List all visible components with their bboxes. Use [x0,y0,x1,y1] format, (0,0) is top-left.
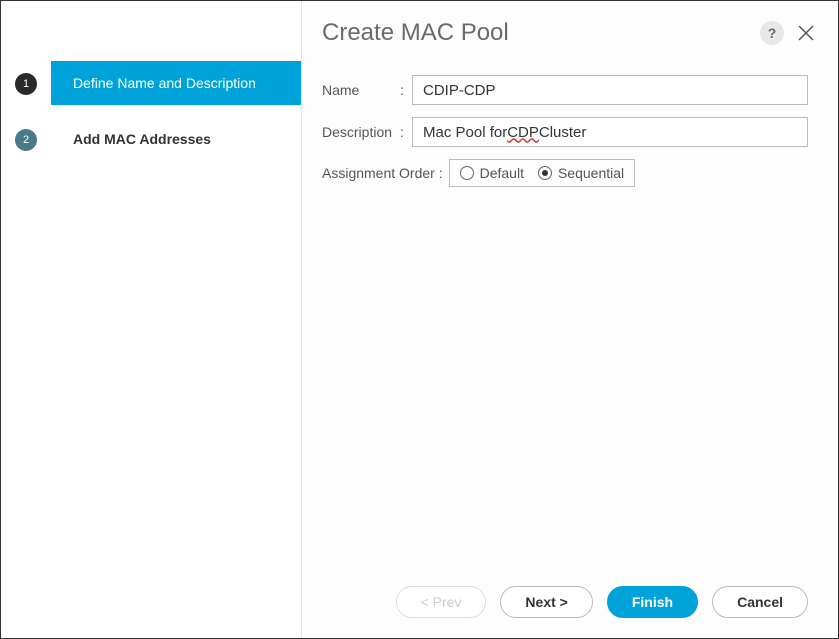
cancel-button[interactable]: Cancel [712,586,808,618]
radio-circle-icon [538,166,552,180]
help-icon[interactable]: ? [760,21,784,45]
step-number-1: 1 [15,73,37,95]
name-label: Name [322,82,400,98]
dialog-footer: < Prev Next > Finish Cancel [396,586,808,618]
close-icon[interactable] [794,21,818,45]
radio-sequential-label: Sequential [558,165,624,181]
step-list: Define Name and Description Add MAC Addr… [51,1,301,638]
name-row: Name : [322,75,808,105]
finish-button[interactable]: Finish [607,586,698,618]
radio-dot-icon [542,170,548,176]
prev-button: < Prev [396,586,487,618]
create-mac-pool-dialog: 1 2 Define Name and Description Add MAC … [0,0,839,639]
main-panel: Create MAC Pool ? Name : Description : M… [301,1,838,638]
step-add-mac-addresses[interactable]: Add MAC Addresses [51,117,301,161]
assignment-order-row: Assignment Order : Default Sequential [322,159,808,187]
name-input[interactable] [412,75,808,105]
description-row: Description : Mac Pool for CDP Cluster [322,117,808,147]
radio-default[interactable]: Default [460,165,524,181]
form-area: Name : Description : Mac Pool for CDP Cl… [302,57,838,187]
wizard-sidebar: 1 2 Define Name and Description Add MAC … [1,1,301,638]
radio-sequential[interactable]: Sequential [538,165,624,181]
assignment-order-group: Default Sequential [449,159,636,187]
description-label: Description [322,124,400,140]
description-input[interactable]: Mac Pool for CDP Cluster [412,117,808,147]
radio-default-label: Default [480,165,524,181]
assignment-order-label: Assignment Order : [322,165,443,181]
radio-circle-icon [460,166,474,180]
dialog-title: Create MAC Pool [322,19,760,47]
next-button[interactable]: Next > [500,586,592,618]
step-number-2: 2 [15,129,37,151]
step-define-name[interactable]: Define Name and Description [51,61,301,105]
dialog-header: Create MAC Pool ? [302,1,838,57]
step-number-column: 1 2 [1,1,51,638]
